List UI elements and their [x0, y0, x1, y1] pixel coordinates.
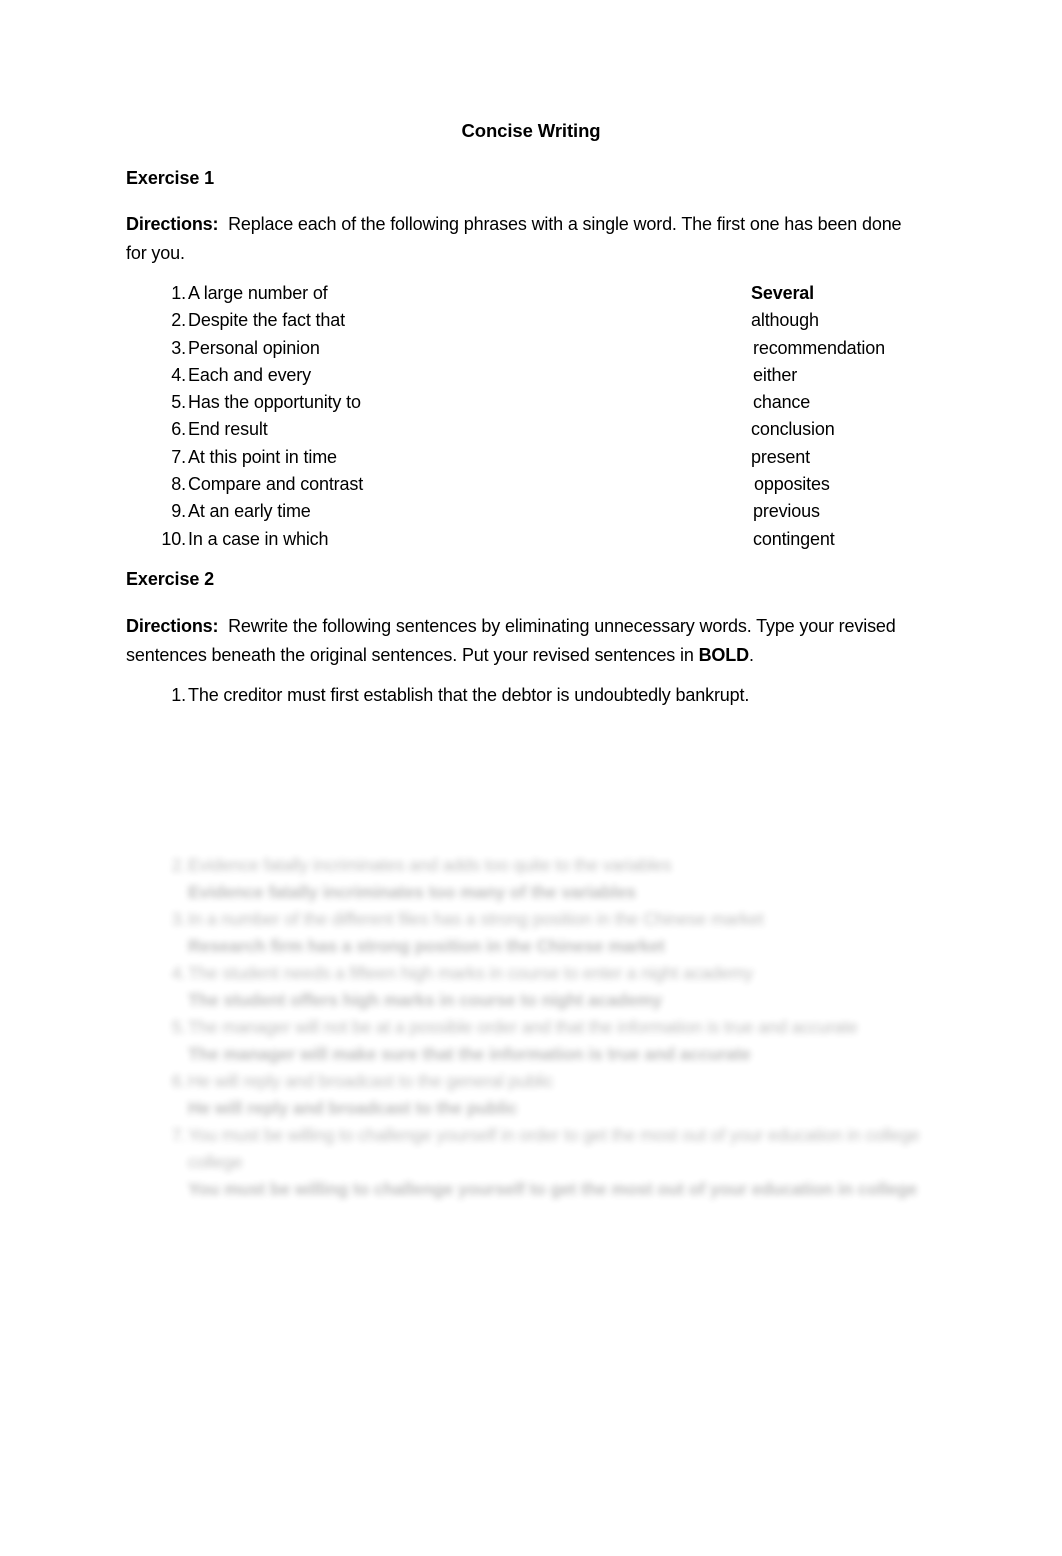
redacted-original-text: In a number of the different files has a…: [188, 909, 764, 929]
redacted-list-item-number: 6.: [171, 1071, 186, 1091]
page-title: Concise Writing: [461, 120, 601, 141]
redacted-original-text: The manager will not be at a possible or…: [188, 1017, 858, 1037]
list-item-number: 9.: [171, 501, 186, 522]
redacted-list-item: 5. The manager will not be at a possible …: [126, 1014, 926, 1068]
list-item: 9. At an early time previous: [126, 498, 916, 525]
redacted-line: The student offers high marks in course …: [126, 987, 926, 1014]
list-item: 4. Each and every either: [126, 362, 916, 389]
list-item: 1. A large number of Several: [126, 280, 916, 307]
redacted-revised-text: The manager will make sure that the info…: [188, 1044, 751, 1064]
exercise-1-directions-text: Replace each of the following phrases wi…: [126, 214, 902, 263]
redacted-line: 5. The manager will not be at a possible …: [126, 1014, 926, 1041]
redacted-line: college: [126, 1149, 926, 1176]
redacted-line: 3. In a number of the different files has…: [126, 906, 926, 933]
redacted-list-item-number: 5.: [171, 1017, 186, 1037]
exercise-1-heading: Exercise 1: [126, 168, 215, 188]
list-item: 7. At this point in time present: [126, 444, 916, 471]
phrase-text: At this point in time: [188, 446, 337, 467]
answer-text: either: [753, 364, 798, 385]
document-page: Concise Writing Exercise 1 Directions: R…: [0, 0, 1062, 1556]
exercise-2-heading: Exercise 2: [126, 569, 215, 589]
phrase-text: Has the opportunity to: [188, 392, 361, 413]
answer-text: recommendation: [753, 337, 885, 358]
redacted-line: 7. You must be willing to challenge yours…: [126, 1122, 926, 1149]
list-item: 10. In a case in which contingent: [126, 526, 916, 553]
phrase-text: Compare and contrast: [188, 474, 364, 495]
redacted-revised-text: The student offers high marks in course …: [188, 990, 662, 1010]
list-item-number: 3.: [171, 337, 186, 358]
phrase-text: End result: [188, 419, 268, 440]
sentence-text: The creditor must first establish that t…: [188, 685, 750, 705]
list-item-number: 10.: [161, 528, 186, 549]
list-item-number: 6.: [171, 419, 186, 440]
redacted-list-item-number: 2.: [171, 855, 186, 875]
redacted-line: 2. Evidence fatally incriminates and adds…: [126, 852, 926, 879]
redacted-list-item: 4. The student needs a fifteen high marks…: [126, 960, 926, 1014]
exercise-2-sentence-list: 1. The creditor must first establish that…: [126, 682, 916, 710]
exercise-2-directions-text-part2: .: [748, 644, 754, 665]
list-item: 8. Compare and contrast opposites: [126, 471, 916, 498]
list-item: 2. Despite the fact that although: [126, 307, 916, 334]
redacted-line: He will reply and broadcast to the publi…: [126, 1095, 926, 1122]
answer-text: opposites: [754, 474, 830, 495]
redacted-line: The manager will make sure that the info…: [126, 1041, 926, 1068]
answer-text: although: [751, 310, 819, 331]
answer-text: contingent: [753, 528, 835, 549]
exercise-1-phrase-list: 1. A large number of Several 2. Despite the …: [126, 280, 916, 553]
redacted-revised-text: He will reply and broadcast to the publi…: [188, 1098, 518, 1118]
phrase-text: Each and every: [188, 364, 311, 385]
exercise-2-directions: Directions: Rewrite the following senten…: [126, 612, 916, 669]
redacted-line: 4. The student needs a fifteen high marks…: [126, 960, 926, 987]
exercise-2-directions-label: Directions:: [126, 616, 219, 636]
redacted-list-item: 6. He will reply and broadcast to the gen…: [126, 1068, 926, 1122]
redacted-original-text: Evidence fatally incriminates and adds t…: [188, 855, 672, 875]
list-item-number: 5.: [171, 392, 186, 413]
phrase-text: In a case in which: [188, 528, 329, 549]
exercise-1-directions-label: Directions:: [126, 214, 219, 234]
redacted-revised-text: You must be willing to challenge yoursel…: [188, 1179, 918, 1199]
redacted-original-text: He will reply and broadcast to the gener…: [188, 1071, 554, 1091]
exercise-2-directions-text-part1: Rewrite the following sentences by elimi…: [126, 616, 896, 665]
redacted-original-text: You must be willing to challenge yoursel…: [188, 1125, 920, 1145]
redacted-list-item: 2. Evidence fatally incriminates and adds…: [126, 852, 926, 906]
phrase-text: At an early time: [188, 501, 311, 522]
redacted-line: 6. He will reply and broadcast to the gen…: [126, 1068, 926, 1095]
list-item: 5. Has the opportunity to chance: [126, 389, 916, 416]
redacted-revised-text: Evidence fatally incriminates too many o…: [188, 882, 636, 902]
redacted-list-item: 7. You must be willing to challenge yours…: [126, 1122, 926, 1203]
exercise-2-directions-bold-word: BOLD: [698, 644, 750, 665]
answer-text: previous: [753, 501, 820, 522]
list-item-number: 1.: [171, 685, 186, 705]
redacted-list-item-number: 3.: [171, 909, 186, 929]
redacted-line: Evidence fatally incriminates too many o…: [126, 879, 926, 906]
redacted-list-item-number: 4.: [171, 963, 186, 983]
redacted-original-text: The student needs a fifteen high marks i…: [188, 963, 753, 983]
list-item-number: 8.: [171, 474, 186, 495]
list-item-number: 4.: [171, 364, 186, 385]
redacted-original-text: college: [188, 1152, 243, 1172]
redacted-list-item: 3. In a number of the different files has…: [126, 906, 926, 960]
redacted-answer-block: 2. Evidence fatally incriminates and adds…: [126, 852, 926, 1203]
answer-text: conclusion: [751, 419, 835, 440]
redacted-list-item-number: 7.: [171, 1125, 186, 1145]
list-item-number: 2.: [171, 310, 186, 331]
answer-text: present: [751, 446, 810, 467]
list-item-number: 7.: [171, 446, 186, 467]
answer-text: Several: [751, 283, 815, 303]
list-item: 1. The creditor must first establish that…: [126, 682, 916, 710]
phrase-text: A large number of: [188, 283, 328, 303]
phrase-text: Personal opinion: [188, 337, 320, 358]
exercise-1-directions: Directions: Replace each of the followin…: [126, 210, 916, 267]
phrase-text: Despite the fact that: [188, 310, 345, 331]
answer-text: chance: [753, 392, 811, 413]
list-item: 3. Personal opinion recommendation: [126, 335, 916, 362]
list-item: 6. End result conclusion: [126, 416, 916, 443]
redacted-line: Research firm has a strong position in t…: [126, 933, 926, 960]
redacted-line: You must be willing to challenge yoursel…: [126, 1176, 926, 1203]
redacted-revised-text: Research firm has a strong position in t…: [188, 936, 665, 956]
list-item-number: 1.: [171, 283, 186, 303]
